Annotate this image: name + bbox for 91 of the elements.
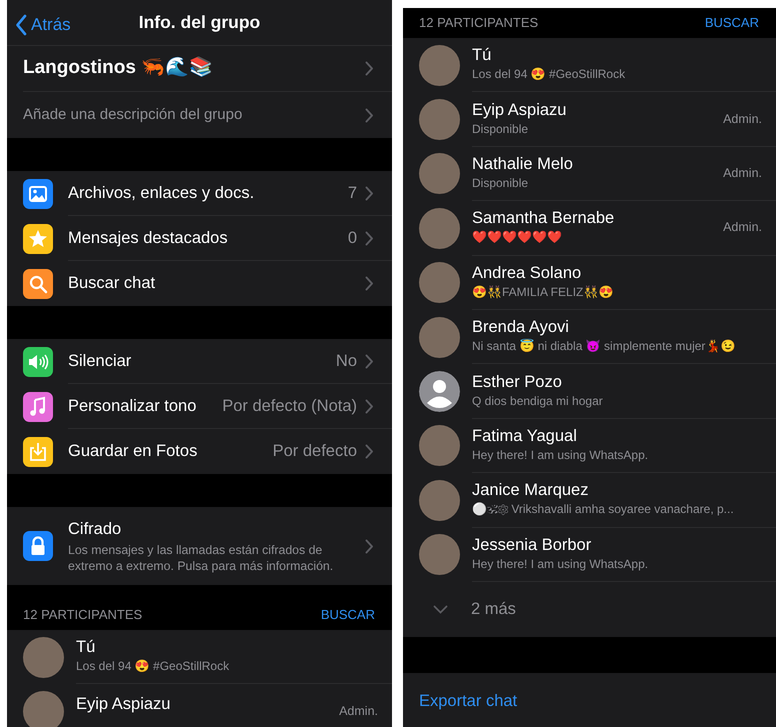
participant-name: Tú <box>472 46 492 66</box>
search-link[interactable]: BUSCAR <box>320 604 375 624</box>
menu-row[interactable]: Guardar en Fotos Por defecto <box>7 429 392 474</box>
participant-name: Esther Pozo <box>472 372 563 392</box>
menu-label: Silenciar <box>68 350 132 372</box>
photo-placeholder <box>419 208 460 249</box>
menu-value: Por defecto (Nota) <box>221 396 357 417</box>
picture-icon <box>23 178 53 208</box>
photo-placeholder <box>23 691 64 727</box>
chevron-icon <box>365 230 374 246</box>
chevron-icon <box>365 108 374 122</box>
menu-value: 0 <box>346 228 357 249</box>
menu-value: Por defecto <box>272 441 357 462</box>
back-chevron-icon <box>15 14 27 36</box>
participant-status: Los del 94 😍 #GeoStillRock <box>472 66 626 84</box>
lock-icon <box>23 531 53 561</box>
menu-row[interactable]: Personalizar tono Por defecto (Nota) <box>7 384 392 429</box>
group-name: Langostinos 🦐🌊📚 <box>23 56 214 80</box>
participant-status: Disponible <box>472 120 530 138</box>
menu-label: Mensajes destacados <box>68 228 228 249</box>
menu-label: Guardar en Fotos <box>68 441 198 462</box>
participant-name: Eyip Aspiazu <box>76 694 170 714</box>
chevron-icon <box>365 276 374 291</box>
photo-placeholder <box>419 99 460 140</box>
chevron-icon <box>365 398 374 414</box>
menu-row[interactable]: Buscar chat <box>7 261 392 306</box>
speaker-icon <box>23 346 53 376</box>
participant-status: Hey there! I am using WhatsApp. <box>472 446 648 464</box>
participant-status: Disponible <box>472 174 530 192</box>
participant-status: Ni santa 😇 ni diabla 😈 simplemente mujer💃😉 <box>472 338 736 356</box>
admin-label: Admin. <box>722 165 762 182</box>
search-icon <box>23 268 53 298</box>
participant-name: Andrea Solano <box>472 264 582 283</box>
participant-name: Tú <box>76 638 96 658</box>
chevron-icon <box>365 538 374 554</box>
participant-name: Nathalie Melo <box>472 154 573 174</box>
export-chat-link[interactable]: Exportar chat <box>419 688 518 714</box>
menu-label: Personalizar tono <box>68 396 196 417</box>
photo-placeholder <box>419 534 460 576</box>
photo-placeholder <box>419 316 460 358</box>
participant-status: ❤❤❤❤❤❤ <box>472 229 563 246</box>
section-header: 12 PARTICIPANTES <box>419 14 538 32</box>
chevron-down-icon <box>433 604 448 614</box>
chevron-icon <box>365 444 374 459</box>
menu-row[interactable]: Cifrado Los mensajes y las llamadas están cifrados de extremo a extremo. Pulsa para más información. <box>7 507 392 585</box>
photo-placeholder <box>419 480 460 521</box>
description-hint: Añade una descripción del grupo <box>23 104 242 125</box>
participant-name: Janice Marquez <box>472 481 590 500</box>
menu-value: No <box>334 350 357 372</box>
photo-placeholder <box>419 262 460 304</box>
group-description-row[interactable]: Añade una descripción del grupo <box>7 92 392 138</box>
menu-label: Buscar chat <box>68 273 156 294</box>
chevron-icon <box>365 354 374 368</box>
search-link[interactable]: BUSCAR <box>704 13 759 33</box>
admin-label: Admin. <box>722 219 762 236</box>
show-more-label: 2 más <box>471 599 516 620</box>
chevron-icon <box>365 186 374 200</box>
photo-placeholder <box>23 636 64 678</box>
menu-label: Archivos, enlaces y docs. <box>68 182 254 204</box>
show-more-row[interactable]: 2 más <box>403 582 776 637</box>
menu-row[interactable]: Silenciar No <box>7 339 392 384</box>
participant-status: Q dios bendiga mi hogar <box>472 392 603 410</box>
group-name-row[interactable]: Langostinos 🦐🌊📚 <box>23 46 392 91</box>
menu-row[interactable]: Archivos, enlaces y docs. 7 <box>7 171 392 216</box>
participant-status: Los del 94 😍 #GeoStillRock <box>76 658 230 676</box>
participant-name: Jessenia Borbor <box>472 536 592 555</box>
participant-name: Eyip Aspiazu <box>472 100 566 120</box>
chevron-icon <box>365 61 374 76</box>
menu-row[interactable]: Mensajes destacados 0 <box>7 216 392 261</box>
admin-label: Admin. <box>722 110 762 128</box>
download-icon <box>23 436 53 466</box>
participant-name: Samantha Bernabe <box>472 209 614 228</box>
participant-name: Fatima Yagual <box>472 426 578 446</box>
participant-name: Brenda Ayovi <box>472 318 570 338</box>
screen-title: Info. del grupo <box>138 11 260 34</box>
admin-label: Admin. <box>338 703 378 720</box>
participant-row[interactable]: Tú Los del 94 😍 #GeoStillRock <box>7 630 392 684</box>
participant-status: 😍👯FAMILIA FELIZ👯😍 <box>472 284 614 301</box>
participant-status: Hey there! I am using WhatsApp. <box>472 556 648 573</box>
section-header: 12 PARTICIPANTES <box>23 606 142 624</box>
default-avatar-icon <box>419 371 460 412</box>
photo-placeholder <box>419 153 460 194</box>
menu-label: Cifrado <box>68 519 122 540</box>
back-button[interactable]: Atrás <box>15 12 71 38</box>
photo-placeholder <box>419 44 460 86</box>
participant-row[interactable]: Eyip Aspiazu Admin. <box>7 684 392 727</box>
music-note-icon <box>23 392 53 422</box>
menu-description: Los mensajes y las llamadas están cifrados de extremo a extremo. Pulsa para más información. <box>68 542 334 575</box>
participant-status: ⚪🕉⚛ Vrikshavalli amha soyaree vanachare, p... <box>472 501 734 518</box>
menu-value: 7 <box>346 182 357 204</box>
photo-placeholder <box>419 425 460 466</box>
